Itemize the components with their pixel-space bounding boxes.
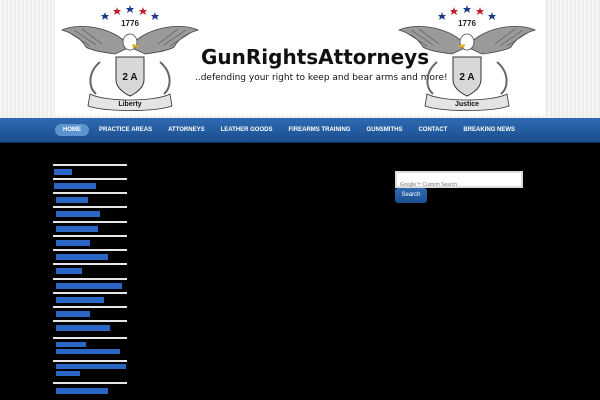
- nav-item-leather-goods[interactable]: LEATHER GOODS: [213, 124, 281, 136]
- emblem-shield-text: 2 A: [459, 72, 475, 83]
- sidebar-link-list: [53, 164, 127, 400]
- eagle-emblem-left: 1776 2 A Liberty: [60, 2, 200, 114]
- emblem-scroll-text: Liberty: [118, 101, 142, 108]
- emblem-year: 1776: [458, 19, 476, 28]
- site-banner[interactable]: 1776 2 A Liberty GunRightsAttorneys ..de…: [55, 0, 545, 116]
- nav-item-home[interactable]: HOME: [55, 124, 89, 136]
- nav-item-gunsmiths[interactable]: GUNSMITHS: [358, 124, 410, 136]
- custom-search-box: [395, 171, 523, 192]
- nav-item-contact[interactable]: CONTACT: [410, 124, 455, 136]
- eagle-emblem-right: 1776 2 A Justice: [397, 2, 537, 114]
- header: 1776 2 A Liberty GunRightsAttorneys ..de…: [0, 0, 600, 118]
- emblem-scroll-text: Justice: [454, 101, 480, 108]
- emblem-year: 1776: [121, 19, 139, 28]
- nav-item-breaking-news[interactable]: BREAKING NEWS: [455, 124, 523, 136]
- nav-item-firearms-training[interactable]: FIREARMS TRAINING: [280, 124, 358, 136]
- sidebar-links-graphic: [53, 164, 127, 394]
- main-navigation: HOME PRACTICE AREAS ATTORNEYS LEATHER GO…: [0, 118, 600, 143]
- site-title[interactable]: GunRightsAttorneys: [201, 45, 429, 69]
- emblem-shield-text: 2 A: [122, 72, 138, 83]
- search-button[interactable]: Search: [395, 188, 427, 203]
- nav-item-practice-areas[interactable]: PRACTICE AREAS: [91, 124, 160, 136]
- nav-item-attorneys[interactable]: ATTORNEYS: [160, 124, 212, 136]
